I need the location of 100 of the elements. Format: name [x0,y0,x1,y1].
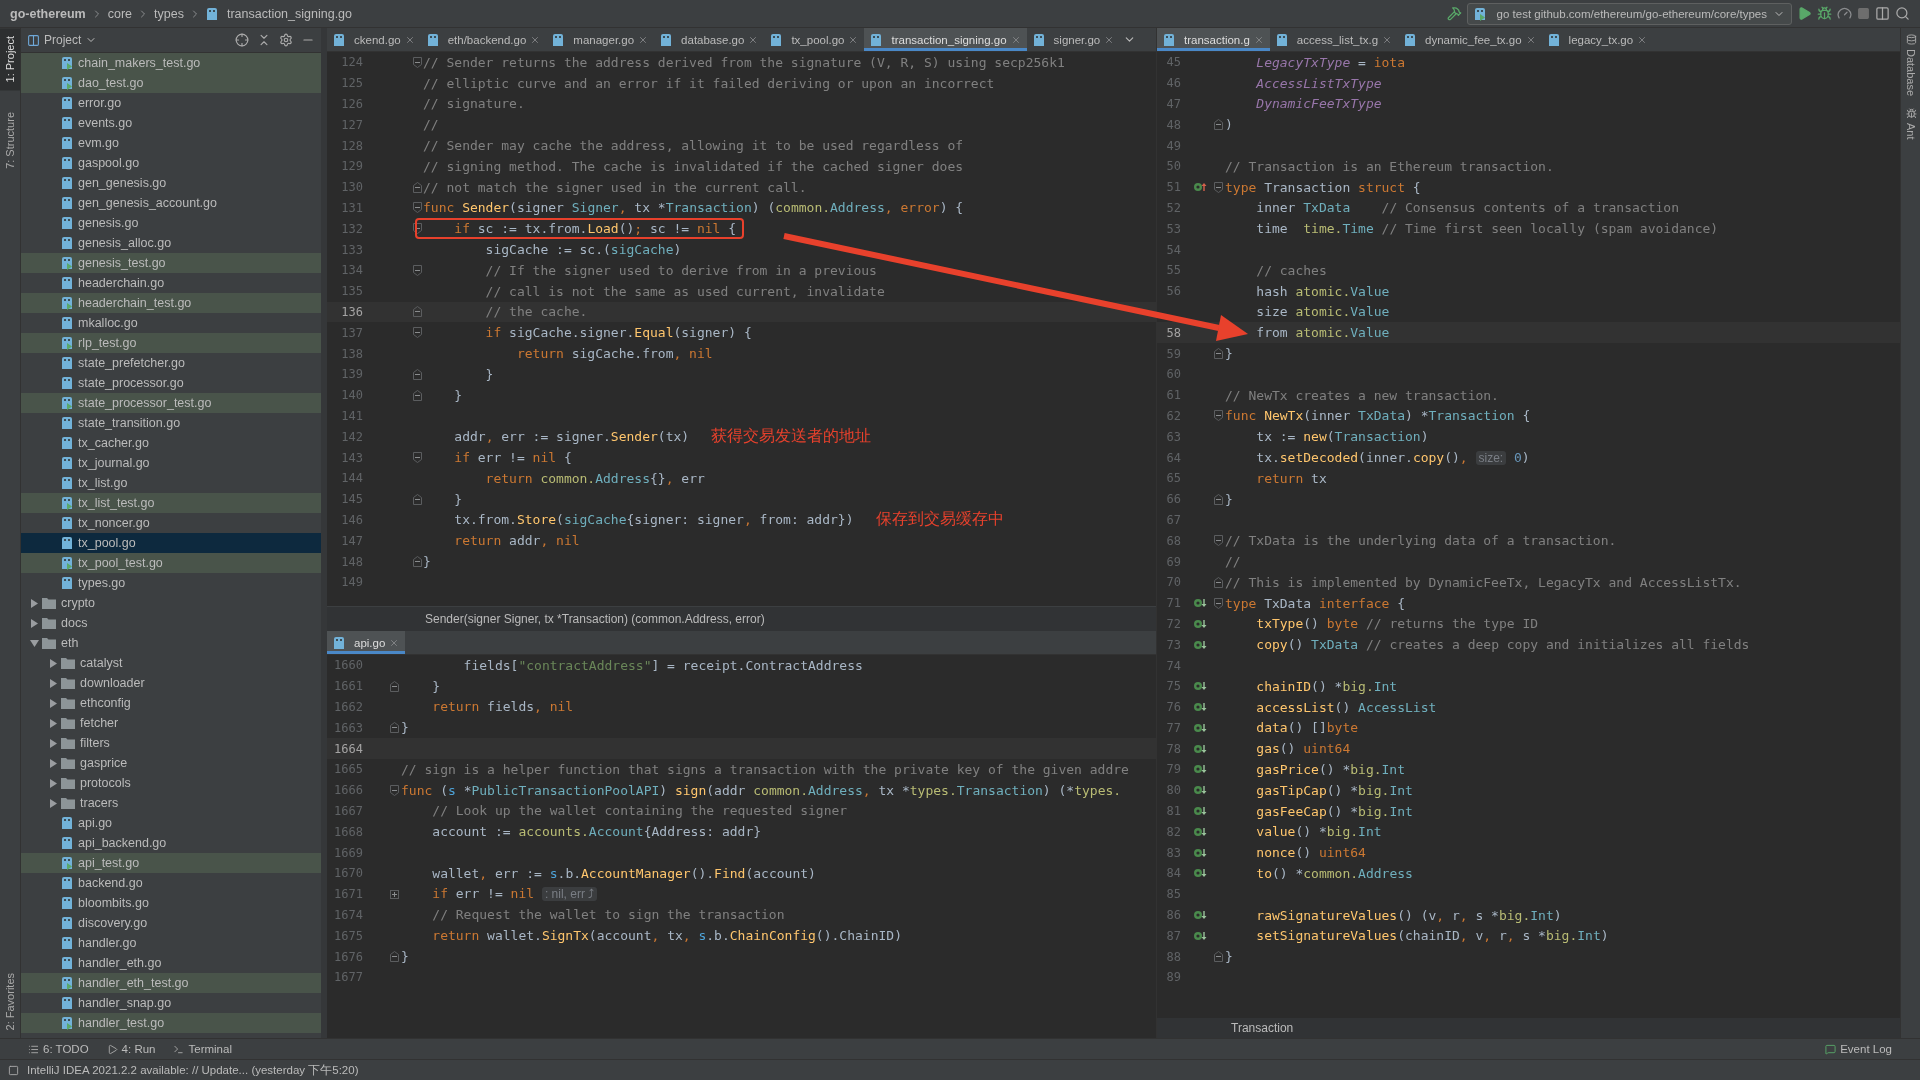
tool-window-button[interactable]: Terminal [173,1043,232,1055]
fold-icon[interactable] [412,56,422,68]
implementation-icon[interactable] [1193,721,1207,734]
tree-item[interactable]: events.go [21,113,321,133]
status-icon[interactable] [8,1064,19,1076]
editor-tab[interactable]: legacy_tx.go [1541,28,1654,51]
fold-icon[interactable] [412,223,422,235]
fold-icon[interactable] [1213,493,1223,505]
tree-item[interactable]: state_prefetcher.go [21,353,321,373]
implementation-icon[interactable] [1193,617,1207,630]
fold-icon[interactable] [1213,181,1223,193]
tool-window-button[interactable]: Database [1901,34,1920,97]
tree-item[interactable]: headerchain_test.go [21,293,321,313]
implementation-icon[interactable] [1193,805,1207,818]
editor-tab[interactable]: ckend.go [327,28,421,51]
layout-icon[interactable] [1875,6,1890,21]
implementation-icon[interactable] [1193,763,1207,776]
editor-tab[interactable]: access_list_tx.g [1269,28,1399,51]
tree-item[interactable]: tx_pool_test.go [21,553,321,573]
implementation-icon[interactable] [1193,784,1207,797]
tree-item[interactable]: tx_noncer.go [21,513,321,533]
gauge-icon[interactable] [1837,6,1852,21]
close-icon[interactable] [748,34,759,45]
tree-item[interactable]: protocols [21,773,321,793]
tree-item[interactable]: dao_test.go [21,73,321,93]
tree-item[interactable]: rlp_test.go [21,333,321,353]
tree-item[interactable]: tx_list.go [21,473,321,493]
breadcrumb-item[interactable]: go-ethereum [10,6,86,21]
close-icon[interactable] [1104,34,1115,45]
event-log-button[interactable]: Event Log [1825,1043,1892,1055]
tree-item[interactable]: gaspool.go [21,153,321,173]
fold-icon[interactable] [412,389,422,401]
expanded-arrow-icon[interactable] [29,639,39,647]
fold-icon[interactable] [1213,119,1223,131]
close-icon[interactable] [848,34,859,45]
fold-icon[interactable] [412,181,422,193]
fold-icon[interactable] [1213,348,1223,360]
implemented-icon[interactable] [1193,181,1207,194]
fold-icon[interactable] [389,888,399,900]
fold-icon[interactable] [412,556,422,567]
close-icon[interactable] [404,34,415,45]
tree-item[interactable]: headerchain.go [21,273,321,293]
breadcrumb-item[interactable]: Transaction [1231,1021,1294,1035]
tree-item[interactable]: eth [21,633,321,653]
editor-tab[interactable]: dynamic_fee_tx.go [1398,28,1542,51]
editor-tab[interactable]: database.go [654,28,765,51]
tree-item[interactable]: gasprice [21,753,321,773]
tree-item[interactable]: tx_cacher.go [21,433,321,453]
implementation-icon[interactable] [1193,597,1207,610]
tree-item[interactable]: gen_genesis.go [21,173,321,193]
tree-item[interactable]: downloader [21,673,321,693]
tool-window-button[interactable]: Ant [1901,108,1920,140]
tree-item[interactable]: types.go [21,573,321,593]
tree-item[interactable]: state_processor_test.go [21,393,321,413]
tree-item[interactable]: gen_genesis_account.go [21,193,321,213]
tree-item[interactable]: state_transition.go [21,413,321,433]
editor-tab[interactable]: manager.go [546,28,655,51]
tree-item[interactable]: tx_journal.go [21,453,321,473]
implementation-icon[interactable] [1193,680,1207,693]
tree-item[interactable]: catalyst [21,653,321,673]
tree-item[interactable]: handler_eth_test.go [21,973,321,993]
tree-item[interactable]: tx_pool.go [21,533,321,553]
collapse-icon[interactable] [257,33,271,47]
editor-tab[interactable]: tx_pool.go [764,28,865,51]
implementation-icon[interactable] [1193,929,1207,942]
editor-tab[interactable]: signer.go [1026,28,1121,51]
fold-icon[interactable] [389,951,399,963]
tree-item[interactable]: genesis.go [21,213,321,233]
fold-icon[interactable] [412,306,422,318]
run-configuration-dropdown[interactable]: go test github.com/ethereum/go-ethereum/core/types [1466,2,1792,25]
close-icon[interactable] [530,34,541,45]
fold-icon[interactable] [412,368,422,380]
fold-icon[interactable] [412,264,422,276]
settings-icon[interactable] [279,33,293,47]
implementation-icon[interactable] [1193,825,1207,838]
tree-item[interactable]: error.go [21,93,321,113]
breadcrumb-item[interactable]: transaction_signing.go [205,6,352,21]
fold-icon[interactable] [1213,535,1223,547]
fold-icon[interactable] [412,202,422,214]
tool-window-button[interactable]: 7: Structure [0,104,20,178]
editor-tab[interactable]: eth/backend.go [420,28,547,51]
tree-item[interactable]: api_test.go [21,853,321,873]
fold-icon[interactable] [412,493,422,505]
tree-item[interactable]: handler_snap.go [21,993,321,1013]
implementation-icon[interactable] [1193,701,1207,714]
tree-item[interactable]: state_processor.go [21,373,321,393]
breadcrumb-item[interactable]: types [154,6,184,21]
tool-window-button[interactable]: 6: TODO [28,1043,89,1055]
fold-icon[interactable] [412,452,422,464]
project-view-dropdown[interactable]: Project [27,33,98,47]
search-icon[interactable] [1895,6,1910,21]
tree-item[interactable]: backend.go [21,873,321,893]
implementation-icon[interactable] [1193,742,1207,755]
close-icon[interactable] [1525,34,1536,45]
tree-item[interactable]: api.go [21,813,321,833]
fold-icon[interactable] [1213,576,1223,588]
tree-item[interactable]: handler_eth.go [21,953,321,973]
locate-icon[interactable] [235,33,249,47]
editor-tab[interactable]: transaction_signing.go [864,28,1027,51]
tree-item[interactable]: ethconfig [21,693,321,713]
